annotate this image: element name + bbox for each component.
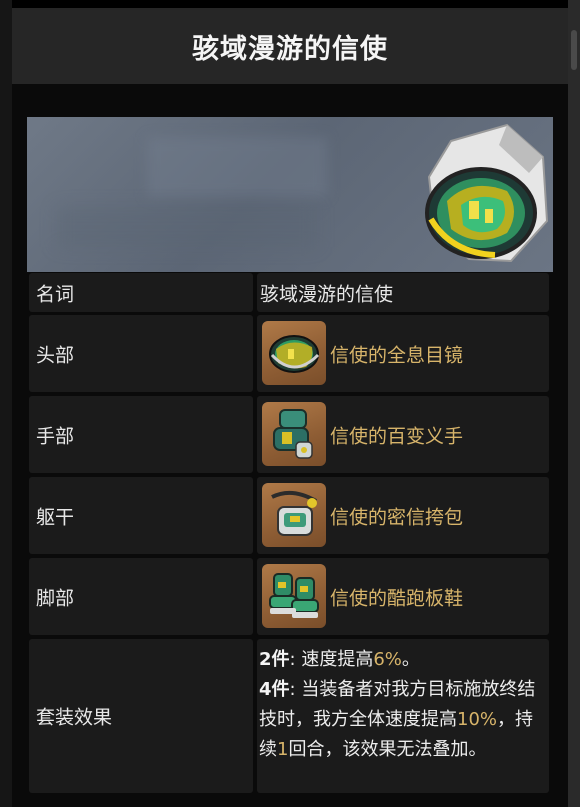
set-art-goggles-icon — [425, 123, 549, 263]
table-row-name: 名词 骇域漫游的信使 — [27, 273, 553, 312]
table-row-head: 头部 信使的全息目镜 — [27, 315, 553, 392]
set-banner-image — [27, 117, 553, 272]
set-effect-description: 2件: 速度提高6%。 4件: 当装备者对我方目标施放终结技时，我方全体速度提高… — [259, 645, 543, 765]
table-row-hands: 手部 信使的百变义手 — [27, 396, 553, 473]
slot-label: 脚部 — [36, 587, 75, 609]
effect-label: 套装效果 — [36, 706, 113, 729]
slot-item-link[interactable]: 信使的百变义手 — [330, 421, 463, 448]
slot-item-link[interactable]: 信使的全息目镜 — [330, 340, 463, 367]
table-row-feet: 脚部 信使的酷跑板鞋 — [27, 558, 553, 635]
table-row-set-effect: 套装效果 2件: 速度提高6%。 4件: 当装备者对我方目标施放终结技时，我方全… — [27, 639, 553, 793]
top-strip — [12, 0, 568, 8]
slot-label-cell: 头部 — [29, 315, 253, 392]
gauntlet-icon[interactable] — [262, 402, 326, 466]
page-frame: 骇域漫游的信使 名词 骇域漫游的信使 头部 信使的全息目镜 手部 信使的百变义手… — [0, 0, 580, 807]
four-piece-turns: 1 — [277, 739, 289, 760]
slot-label: 躯干 — [36, 506, 75, 528]
name-value: 骇域漫游的信使 — [260, 283, 394, 305]
satchel-icon[interactable] — [262, 483, 326, 547]
four-piece-label: 4件 — [259, 679, 290, 700]
slot-item-cell[interactable]: 信使的密信挎包 — [257, 477, 549, 554]
name-label-cell: 名词 — [29, 273, 253, 312]
slot-item-cell[interactable]: 信使的百变义手 — [257, 396, 549, 473]
slot-label: 手部 — [36, 425, 75, 447]
slot-label: 头部 — [36, 344, 75, 366]
page-header: 骇域漫游的信使 — [12, 8, 568, 84]
table-row-torso: 躯干 信使的密信挎包 — [27, 477, 553, 554]
name-label: 名词 — [36, 283, 75, 305]
slot-label-cell: 躯干 — [29, 477, 253, 554]
goggles-icon[interactable] — [262, 321, 326, 385]
slot-item-link[interactable]: 信使的酷跑板鞋 — [330, 583, 463, 610]
two-piece-text: : 速度提高 — [289, 649, 374, 670]
four-piece-value: 10% — [457, 709, 498, 730]
scrollbar[interactable] — [568, 0, 580, 807]
two-piece-value: 6% — [373, 649, 402, 670]
slot-item-cell[interactable]: 信使的酷跑板鞋 — [257, 558, 549, 635]
effect-text-cell: 2件: 速度提高6%。 4件: 当装备者对我方目标施放终结技时，我方全体速度提高… — [257, 639, 549, 793]
scrollbar-thumb[interactable] — [571, 30, 577, 70]
effect-label-cell: 套装效果 — [29, 639, 253, 793]
two-piece-label: 2件 — [259, 649, 290, 670]
slot-label-cell: 脚部 — [29, 558, 253, 635]
page-title: 骇域漫游的信使 — [192, 33, 388, 65]
slot-item-link[interactable]: 信使的密信挎包 — [330, 502, 463, 529]
left-edge — [0, 0, 12, 807]
sneakers-icon[interactable] — [262, 564, 326, 628]
two-piece-end: 。 — [401, 649, 420, 670]
name-value-cell: 骇域漫游的信使 — [257, 273, 549, 312]
four-piece-end: 回合，该效果无法叠加。 — [288, 739, 487, 760]
slot-label-cell: 手部 — [29, 396, 253, 473]
slot-item-cell[interactable]: 信使的全息目镜 — [257, 315, 549, 392]
